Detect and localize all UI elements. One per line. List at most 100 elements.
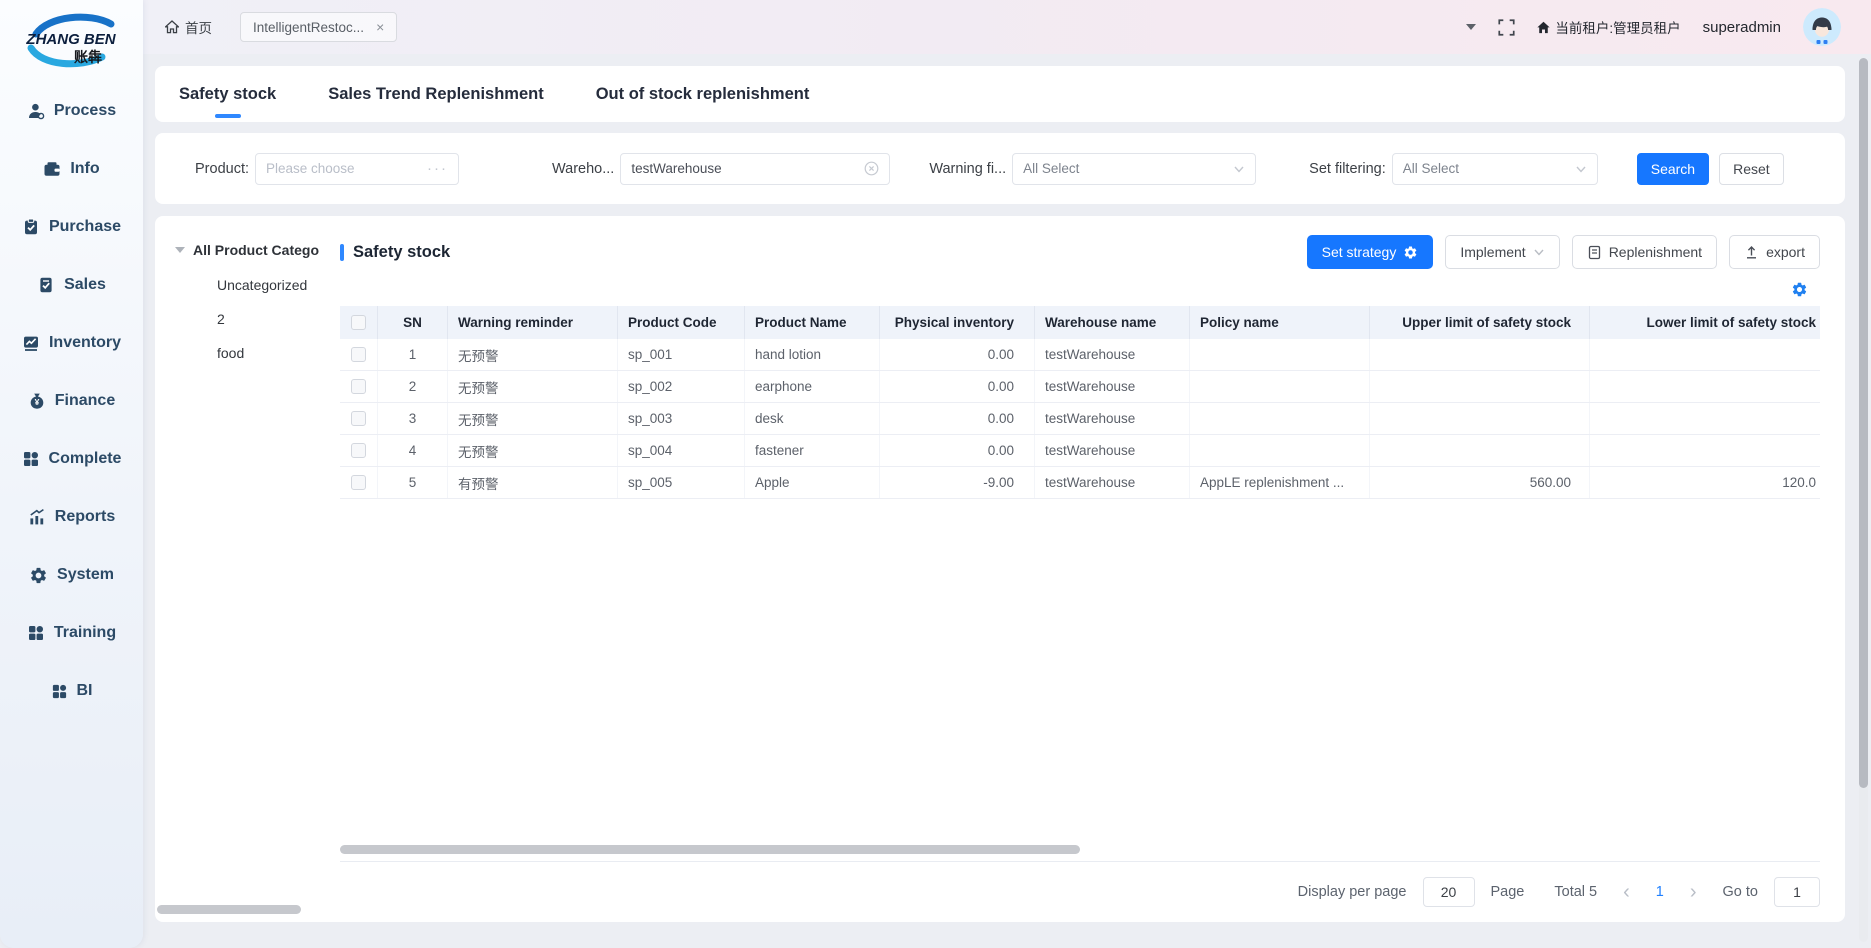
table-row[interactable]: 1 无预警 sp_001 hand lotion 0.00 testWareho…: [340, 339, 1820, 371]
sidebar-item-label: Training: [54, 624, 116, 642]
current-page[interactable]: 1: [1656, 884, 1664, 900]
fullscreen-icon[interactable]: [1498, 19, 1515, 36]
page-size-input[interactable]: [1423, 877, 1475, 907]
cell-policy: [1190, 435, 1370, 466]
reset-button[interactable]: Reset: [1719, 153, 1784, 185]
bar-chart-icon: [28, 508, 46, 526]
tree-caret-icon[interactable]: [175, 247, 185, 253]
table-horizontal-scrollbar[interactable]: [340, 845, 1080, 854]
warning-filter-label: Warning fi...: [929, 161, 1006, 177]
select-all-checkbox[interactable]: [351, 315, 366, 330]
table-row[interactable]: 5 有预警 sp_005 Apple -9.00 testWarehouse A…: [340, 467, 1820, 499]
cell-warning: 无预警: [448, 371, 618, 402]
tree-item-uncategorized[interactable]: Uncategorized: [175, 268, 340, 302]
sidebar-item-reports[interactable]: Reports: [0, 488, 143, 546]
cell-sn: 4: [378, 435, 448, 466]
cell-warehouse: testWarehouse: [1035, 339, 1190, 370]
clipboard-check-icon: [22, 218, 40, 236]
cell-product-name: desk: [745, 403, 880, 434]
more-options-icon[interactable]: ···: [427, 160, 448, 177]
logo-text-en: ZHANG BEN: [25, 31, 116, 48]
tree-horizontal-scrollbar[interactable]: [157, 905, 301, 914]
cell-product-code: sp_005: [618, 467, 745, 498]
warehouse-input[interactable]: [631, 161, 858, 176]
tree-root-all-product-categories[interactable]: All Product Catego: [175, 242, 340, 258]
sidebar-item-finance[interactable]: ¥ Finance: [0, 372, 143, 430]
vertical-scrollbar-thumb[interactable]: [1859, 58, 1868, 788]
sidebar-item-process[interactable]: Process: [0, 82, 143, 140]
tab-out-of-stock-replenishment[interactable]: Out of stock replenishment: [596, 66, 810, 122]
tree-root-label: All Product Catego: [193, 242, 319, 258]
clear-icon[interactable]: [864, 161, 879, 176]
tenant-label: 当前租户:管理员租户: [1555, 17, 1680, 37]
row-checkbox[interactable]: [351, 411, 366, 426]
avatar[interactable]: [1803, 8, 1841, 46]
chevron-down-icon[interactable]: [1466, 24, 1476, 30]
row-checkbox[interactable]: [351, 443, 366, 458]
cell-lower-limit: [1590, 371, 1820, 402]
cell-physical-inventory: 0.00: [880, 435, 1035, 466]
topbar: 首页 IntelligentRestoc... × 当前租户:管理员租户 sup…: [143, 0, 1871, 54]
sidebar-item-inventory[interactable]: Inventory: [0, 314, 143, 372]
table-row[interactable]: 2 无预警 sp_002 earphone 0.00 testWarehouse: [340, 371, 1820, 403]
cell-product-code: sp_002: [618, 371, 745, 402]
prev-page-icon[interactable]: ‹: [1623, 882, 1630, 902]
implement-button[interactable]: Implement: [1445, 235, 1559, 269]
table-settings-gear-icon[interactable]: [1791, 281, 1808, 298]
sidebar-item-info[interactable]: Info: [0, 140, 143, 198]
col-lower-limit: Lower limit of safety stock: [1590, 306, 1820, 339]
gear-icon: [1403, 245, 1418, 260]
replenishment-button[interactable]: Replenishment: [1572, 235, 1717, 269]
cell-upper-limit: [1370, 371, 1590, 402]
tab-sales-trend-replenishment[interactable]: Sales Trend Replenishment: [328, 66, 543, 122]
main-content: Safety stock Sales Trend Replenishment O…: [143, 54, 1871, 948]
tree-item-food[interactable]: food: [175, 336, 340, 370]
tab-safety-stock[interactable]: Safety stock: [179, 66, 276, 122]
tree-item-2[interactable]: 2: [175, 302, 340, 336]
warehouse-select[interactable]: [620, 153, 890, 185]
table-row[interactable]: 4 无预警 sp_004 fastener 0.00 testWarehouse: [340, 435, 1820, 467]
cell-policy: [1190, 403, 1370, 434]
username[interactable]: superadmin: [1703, 19, 1781, 36]
set-strategy-button[interactable]: Set strategy: [1307, 235, 1434, 269]
product-input[interactable]: [266, 161, 427, 176]
sidebar-item-sales[interactable]: Sales: [0, 256, 143, 314]
search-button[interactable]: Search: [1637, 153, 1709, 185]
sidebar-item-label: System: [57, 566, 114, 584]
set-filtering-select[interactable]: All Select: [1392, 153, 1598, 185]
cell-physical-inventory: 0.00: [880, 403, 1035, 434]
sidebar-item-bi[interactable]: BI: [0, 662, 143, 720]
table-row[interactable]: 3 无预警 sp_003 desk 0.00 testWarehouse: [340, 403, 1820, 435]
sidebar-item-label: Sales: [64, 276, 106, 294]
close-icon[interactable]: ×: [376, 20, 384, 34]
row-checkbox[interactable]: [351, 475, 366, 490]
page-label: Page: [1491, 884, 1525, 900]
selected-value: All Select: [1023, 161, 1227, 176]
sidebar-item-training[interactable]: Training: [0, 604, 143, 662]
sidebar-item-label: Purchase: [49, 218, 121, 236]
cell-sn: 5: [378, 467, 448, 498]
chevron-down-icon: [1533, 246, 1545, 258]
goto-label: Go to: [1723, 884, 1758, 900]
export-icon: [1744, 245, 1759, 260]
breadcrumb-home[interactable]: 首页: [165, 17, 212, 37]
replenishment-label: Replenishment: [1609, 244, 1702, 260]
logo-text-zh: 账犇: [74, 49, 102, 65]
cell-product-code: sp_004: [618, 435, 745, 466]
sidebar-item-complete[interactable]: Complete: [0, 430, 143, 488]
sidebar-item-purchase[interactable]: Purchase: [0, 198, 143, 256]
export-button[interactable]: export: [1729, 235, 1820, 269]
product-select[interactable]: ···: [255, 153, 459, 185]
row-checkbox[interactable]: [351, 347, 366, 362]
display-per-page-label: Display per page: [1298, 884, 1407, 900]
goto-page-input[interactable]: [1774, 877, 1820, 907]
next-page-icon[interactable]: ›: [1690, 882, 1697, 902]
filter-bar: Product: ··· Wareho... Warning fi... All…: [155, 133, 1845, 204]
open-page-tab[interactable]: IntelligentRestoc... ×: [240, 12, 397, 42]
warning-filter-select[interactable]: All Select: [1012, 153, 1256, 185]
row-checkbox[interactable]: [351, 379, 366, 394]
sidebar-item-system[interactable]: System: [0, 546, 143, 604]
cell-product-name: fastener: [745, 435, 880, 466]
implement-label: Implement: [1460, 244, 1525, 260]
tab-label: Sales Trend Replenishment: [328, 85, 543, 104]
